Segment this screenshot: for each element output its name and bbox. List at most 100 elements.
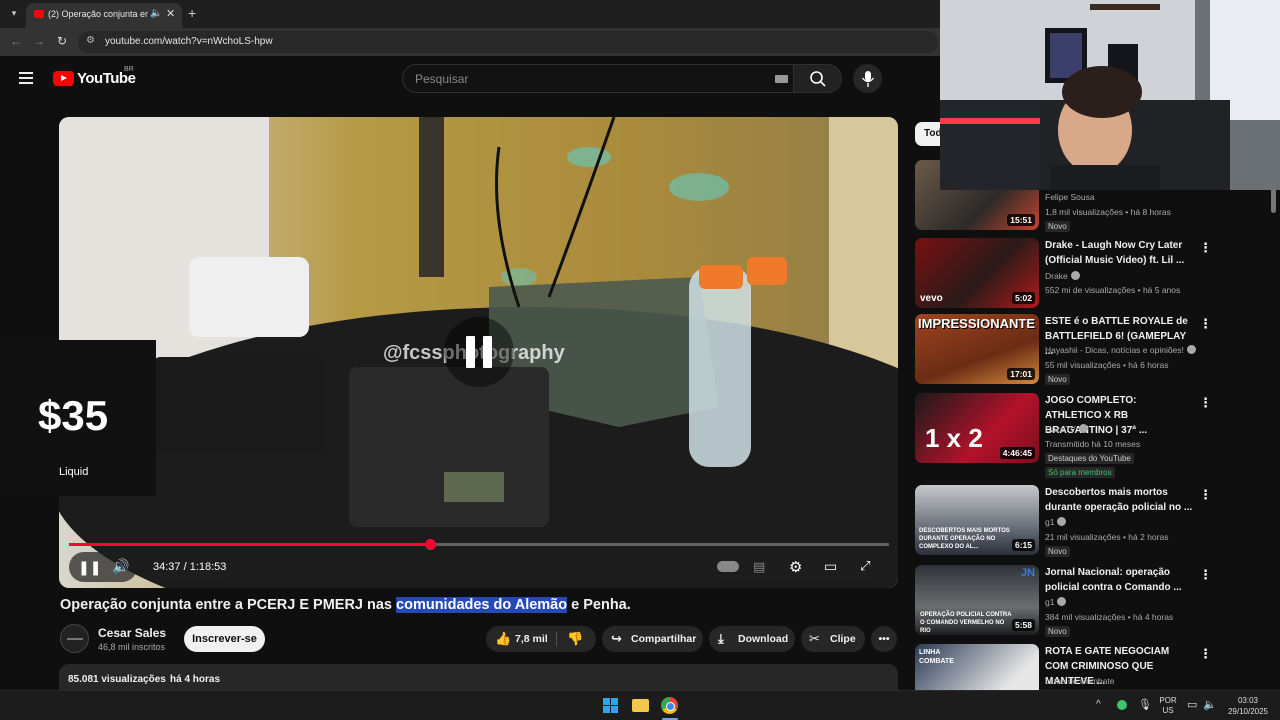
verified-icon — [1078, 424, 1088, 433]
file-explorer-icon[interactable] — [632, 699, 649, 712]
recommendation-item[interactable]: 1 x 2 4:46:45 JOGO COMPLETO: ATHLETICO X… — [915, 393, 1265, 483]
channel-name[interactable]: Drake — [1045, 271, 1080, 281]
site-info-icon[interactable]: ⚙ — [86, 35, 95, 46]
more-actions-button[interactable]: ••• — [871, 626, 897, 652]
title-part-2: e Penha. — [567, 597, 631, 613]
volume-tray-icon[interactable]: 🔈 — [1203, 698, 1217, 711]
youtube-favicon-icon — [34, 10, 44, 18]
windows-taskbar: ^ 🎙 POR US ▭ 🔈 03:03 29/10/2025 — [0, 690, 1280, 720]
channel-name[interactable]: g1 — [1045, 517, 1067, 527]
video-thumbnail[interactable]: LINHA COMBATE — [915, 644, 1039, 690]
video-meta: 21 mil visualizações • há 2 horas — [1045, 532, 1169, 542]
duration-badge: 6:15 — [1011, 539, 1035, 551]
jn-logo: JN — [1020, 567, 1035, 579]
video-title[interactable]: Jornal Nacional: operação policial contr… — [1045, 565, 1195, 595]
reload-icon[interactable]: ↻ — [57, 34, 67, 48]
video-thumbnail[interactable]: vevo 5:02 — [915, 238, 1039, 308]
menu-icon[interactable] — [19, 72, 33, 87]
search-input[interactable] — [403, 65, 763, 92]
video-thumbnail[interactable]: 1 x 2 4:46:45 — [915, 393, 1039, 463]
new-tab-icon[interactable]: + — [188, 5, 196, 21]
search-icon — [810, 71, 826, 87]
volume-icon[interactable]: 🔊 — [112, 558, 129, 575]
subscribe-button[interactable]: Inscrever-se — [184, 626, 265, 652]
channel-name[interactable]: CazéTV — [1045, 424, 1088, 434]
download-label: Download — [738, 633, 789, 645]
autoplay-toggle[interactable] — [717, 561, 739, 572]
download-button[interactable]: ⤓ Download — [709, 626, 795, 652]
forward-icon[interactable]: → — [33, 34, 45, 48]
dislike-icon[interactable]: 👎 — [567, 626, 583, 652]
thumbnail-text: OPERAÇÃO POLICIAL CONTRA O COMANDO VERME… — [920, 612, 1012, 634]
like-count[interactable]: 7,8 mil — [515, 626, 548, 652]
tab-title: (2) Operação conjunta entre — [48, 9, 148, 19]
thumbnail-score: 1 x 2 — [925, 423, 983, 453]
members-only-badge: Só para membros — [1045, 467, 1115, 478]
fullscreen-icon[interactable]: ⤢ — [860, 558, 870, 574]
channel-name[interactable]: g1 — [1045, 597, 1067, 607]
settings-gear-icon[interactable]: ⚙ — [789, 558, 802, 576]
windows-start-icon[interactable] — [603, 698, 619, 714]
url-field[interactable]: ⚙ youtube.com/watch?v=nWchoLS-hpw — [78, 31, 938, 53]
more-options-icon[interactable]: ⋮ — [1199, 487, 1212, 503]
back-icon[interactable]: ← — [10, 34, 22, 48]
video-thumbnail[interactable]: IMPRESSIONANTE 17:01 — [915, 314, 1039, 384]
microphone-icon — [861, 71, 875, 87]
recommendation-item[interactable]: IMPRESSIONANTE 17:01 ESTE é o BATTLE ROY… — [915, 314, 1265, 386]
voice-search-button[interactable] — [853, 64, 882, 93]
language-indicator[interactable]: POR US — [1158, 696, 1178, 716]
time-display: 34:37 / 1:18:53 — [153, 561, 227, 573]
theater-mode-icon[interactable]: ▭ — [824, 558, 837, 575]
channel-name[interactable]: Hayashii - Dicas, notícias e opiniões! — [1045, 345, 1196, 355]
progress-bar[interactable] — [69, 539, 889, 550]
more-options-icon[interactable]: ⋮ — [1199, 240, 1212, 256]
speaker-icon[interactable]: 🔈 — [150, 8, 162, 19]
status-dot-icon[interactable] — [1117, 700, 1127, 710]
close-tab-icon[interactable]: ✕ — [166, 7, 175, 20]
video-meta: 55 mil visualizações • há 6 horas — [1045, 360, 1169, 370]
scissors-icon: ✂ — [809, 631, 820, 646]
center-pause-button[interactable] — [444, 317, 514, 387]
duration-badge: 5:58 — [1011, 619, 1035, 631]
network-icon[interactable]: ▭ — [1187, 698, 1197, 711]
share-button[interactable]: ↪ Compartilhar — [602, 626, 703, 652]
recommendation-item[interactable]: vevo 5:02 Drake - Laugh Now Cry Later (O… — [915, 238, 1265, 310]
channel-avatar[interactable] — [60, 624, 89, 653]
recommendation-item[interactable]: LINHA COMBATE ROTA E GATE NEGOCIAM COM C… — [915, 644, 1265, 690]
search-button[interactable] — [794, 64, 842, 93]
recommendation-item[interactable]: JN OPERAÇÃO POLICIAL CONTRA O COMANDO VE… — [915, 565, 1265, 637]
subtitles-icon[interactable]: ▤ — [753, 559, 765, 575]
recommendation-item[interactable]: DESCOBERTOS MAIS MORTOS DURANTE OPERAÇÃO… — [915, 485, 1265, 557]
like-icon[interactable]: 👍 — [495, 626, 511, 652]
pause-icon[interactable]: ❚❚ — [78, 559, 101, 576]
progress-scrubber[interactable] — [424, 539, 436, 550]
browser-tab[interactable]: (2) Operação conjunta entre 🔈 ✕ — [26, 3, 182, 28]
keyboard-icon[interactable] — [775, 75, 788, 83]
video-title[interactable]: Descobertos mais mortos durante operação… — [1045, 485, 1195, 515]
youtube-header: YouTube BR — [0, 56, 940, 102]
tab-search-icon[interactable]: ▾ — [6, 5, 22, 21]
more-options-icon[interactable]: ⋮ — [1199, 316, 1212, 332]
channel-name[interactable]: Felipe Sousa — [1045, 192, 1095, 202]
video-thumbnail[interactable]: JN OPERAÇÃO POLICIAL CONTRA O COMANDO VE… — [915, 565, 1039, 635]
duration-badge: 4:46:45 — [999, 447, 1035, 459]
more-options-icon[interactable]: ⋮ — [1199, 395, 1212, 411]
tray-chevron-icon[interactable]: ^ — [1096, 699, 1101, 710]
upload-age: há 4 horas — [170, 674, 221, 685]
channel-subscribers: 46,8 mil inscritos — [98, 642, 166, 652]
video-thumbnail[interactable]: DESCOBERTOS MAIS MORTOS DURANTE OPERAÇÃO… — [915, 485, 1039, 555]
search-box — [402, 64, 794, 93]
chrome-icon[interactable] — [661, 697, 678, 714]
channel-name[interactable]: Cesar Sales — [98, 626, 166, 640]
clip-button[interactable]: ✂ Clipe — [801, 626, 865, 652]
new-badge: Novo — [1045, 221, 1070, 232]
video-title[interactable]: Drake - Laugh Now Cry Later (Official Mu… — [1045, 238, 1195, 268]
clock[interactable]: 03:03 29/10/2025 — [1224, 695, 1272, 717]
more-options-icon[interactable]: ⋮ — [1199, 567, 1212, 583]
microphone-tray-icon[interactable]: 🎙 — [1138, 698, 1152, 711]
thumbnail-text: IMPRESSIONANTE — [918, 316, 1036, 331]
more-options-icon[interactable]: ⋮ — [1199, 646, 1212, 662]
duration-badge: 5:02 — [1011, 292, 1035, 304]
video-player[interactable]: @fcssphotography ❚❚ 🔊 34:37 / 1:18:53 ▤ … — [59, 117, 898, 588]
channel-name[interactable]: Linha de Combate — [1045, 676, 1114, 686]
